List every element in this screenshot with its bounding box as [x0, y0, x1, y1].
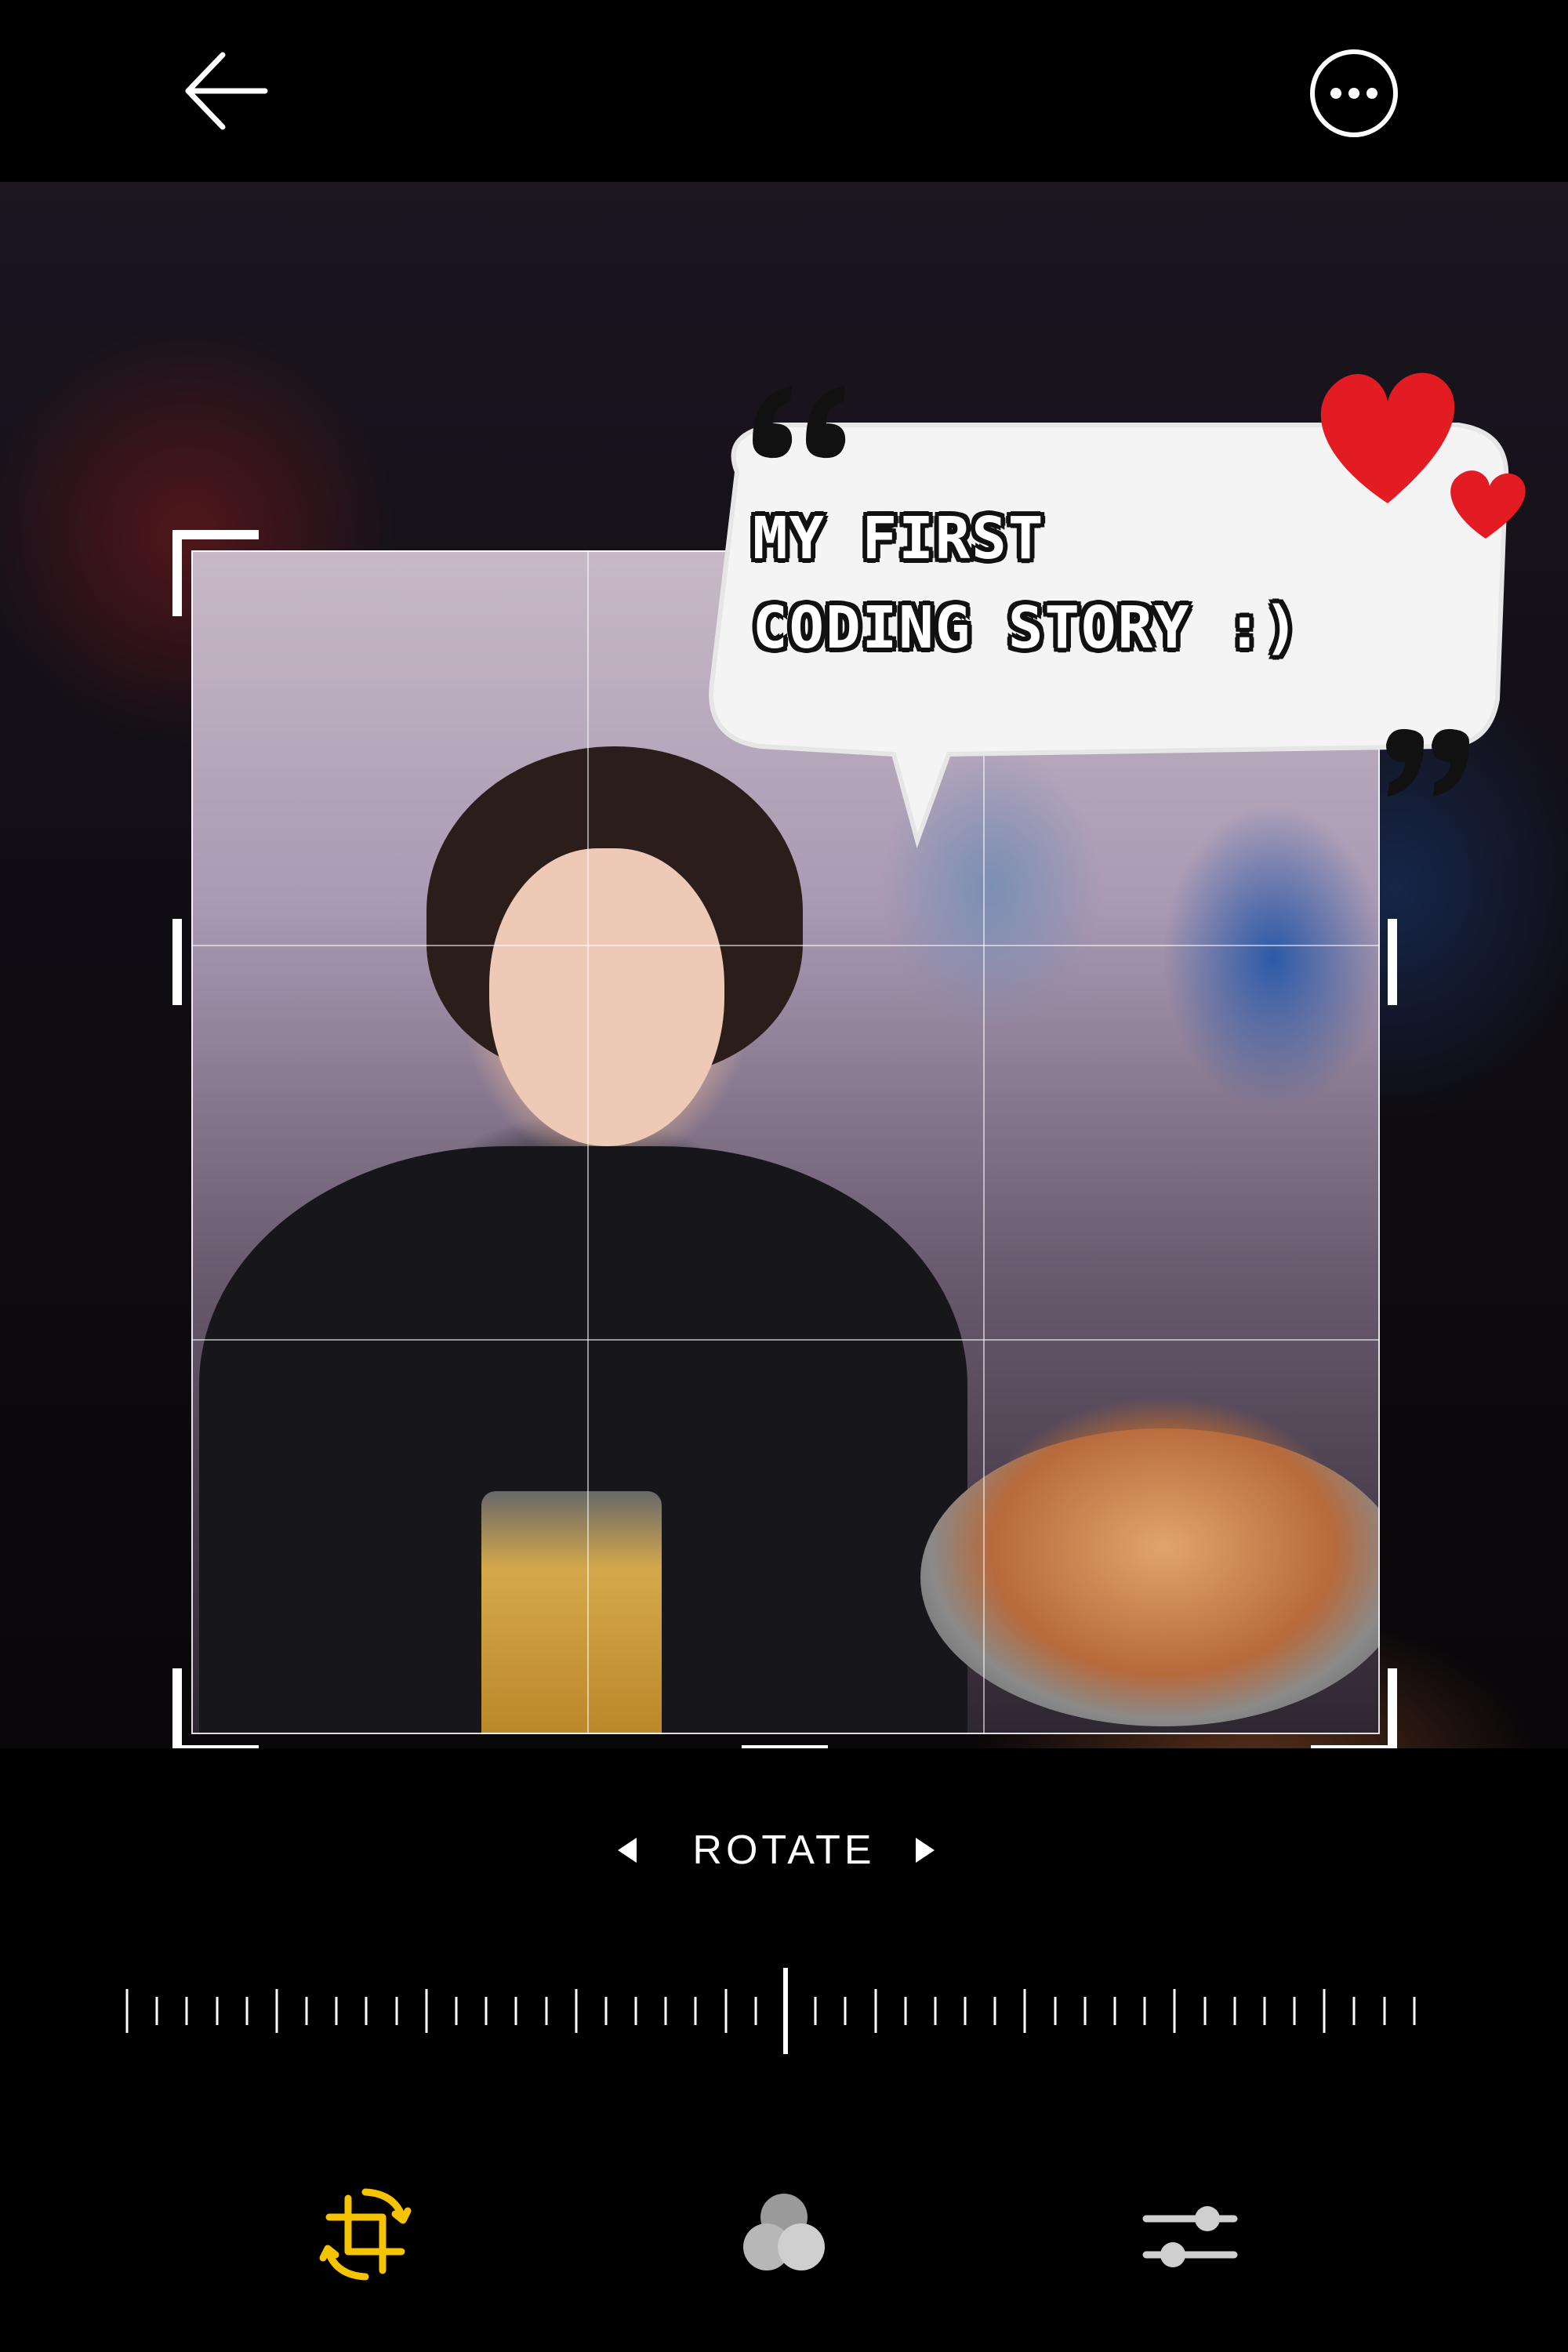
rotate-left-button[interactable] — [612, 1835, 643, 1866]
sticker-text-line2: CODING STORY :) — [753, 594, 1301, 662]
rotate-label: ROTATE — [692, 1828, 876, 1873]
sticker-text-line1: MY FIRST — [753, 505, 1045, 572]
rotate-control: ROTATE — [0, 1819, 1568, 1882]
triangle-left-icon — [618, 1838, 637, 1863]
arrow-left-icon — [185, 52, 268, 130]
crop-handle-left[interactable] — [172, 919, 182, 1005]
crop-handle-bottom[interactable] — [742, 1745, 828, 1748]
more-horizontal-icon — [1310, 49, 1398, 137]
triangle-right-icon — [916, 1838, 935, 1863]
photo-canvas[interactable]: MY FIRST CODING STORY :) — [0, 182, 1568, 1748]
top-bar — [0, 0, 1568, 182]
sliders-icon — [1142, 2206, 1238, 2267]
rotate-right-button[interactable] — [909, 1835, 941, 1866]
adjust-tool-button[interactable] — [1135, 2180, 1245, 2289]
back-button[interactable] — [179, 44, 273, 138]
quote-open-icon — [753, 386, 846, 459]
rotation-slider[interactable] — [125, 1952, 1446, 2070]
speech-bubble-sticker[interactable]: MY FIRST CODING STORY :) — [690, 372, 1526, 887]
quote-close-icon — [1386, 728, 1469, 797]
more-options-button[interactable] — [1308, 47, 1400, 140]
filters-icon — [743, 2194, 825, 2270]
crop-rotate-icon — [319, 2188, 412, 2281]
crop-tool-button[interactable] — [310, 2180, 420, 2289]
filters-tool-button[interactable] — [729, 2180, 839, 2289]
rotation-ruler — [125, 1968, 1446, 2054]
crop-handle-right[interactable] — [1388, 919, 1397, 1005]
